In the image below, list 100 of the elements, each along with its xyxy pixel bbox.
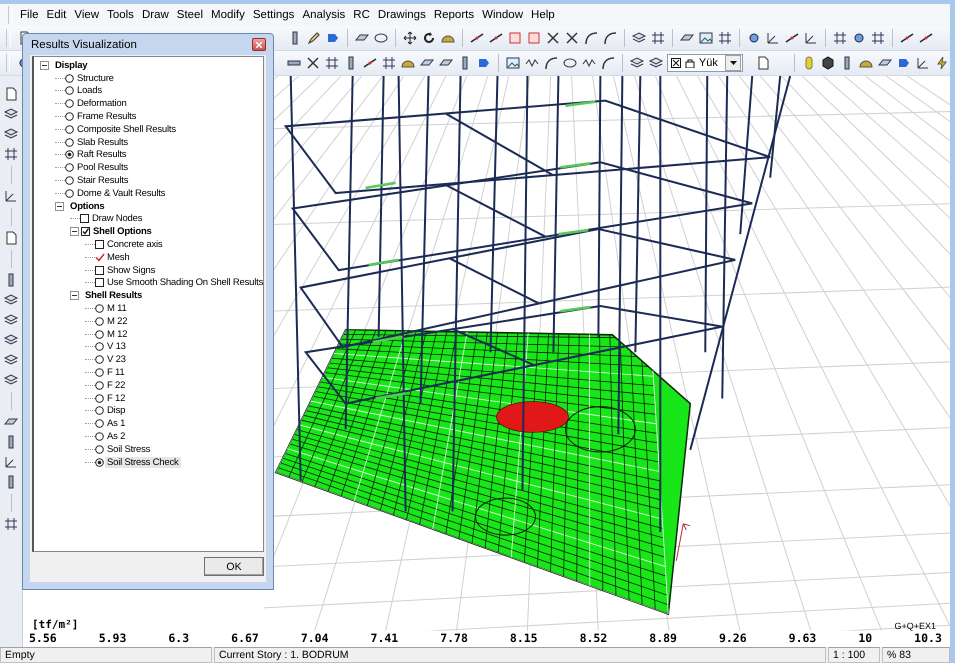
collapse-toggle[interactable] [70,227,79,236]
rotate-icon[interactable] [421,30,437,46]
radio-button[interactable] [95,394,104,403]
tree-item[interactable]: Show Signs [105,264,158,276]
menu-item[interactable]: Drawings [374,9,430,21]
tree-item[interactable]: Disp [105,405,128,416]
arc-icon[interactable] [602,30,618,46]
tree-item[interactable]: Mesh [105,252,132,263]
grid-icon[interactable] [870,30,886,46]
bolt-icon[interactable] [934,55,950,71]
menu-item[interactable]: Edit [42,9,70,21]
radio-button[interactable] [95,330,104,339]
tree-item[interactable]: V 13 [105,341,128,352]
checkbox[interactable] [95,266,104,275]
tree-item[interactable]: V 23 [105,354,128,366]
tree-item[interactable]: F 11 [105,367,127,378]
radio-button[interactable] [65,86,74,96]
tree-item[interactable]: F 12 [105,392,128,404]
tree-item[interactable]: Soil Stress [105,444,152,455]
menu-item[interactable]: Reports [430,9,478,21]
collapse-toggle[interactable] [70,291,79,300]
picture-icon[interactable] [504,55,521,71]
close-button[interactable] [252,38,266,51]
menu-item[interactable]: Analysis [298,9,350,21]
tree-item[interactable]: M 11 [105,303,129,314]
radio-button[interactable] [65,112,74,122]
tree-item[interactable]: As 1 [105,418,128,430]
tree-item[interactable]: Shell Results [83,290,144,302]
check-mark-icon[interactable] [95,252,105,262]
checkbox[interactable] [80,214,89,224]
collapse-toggle[interactable] [55,202,64,211]
arc-icon[interactable] [583,30,599,46]
radio-button[interactable] [95,380,104,390]
tree-item[interactable]: Use Smooth Shading On Shell Results [105,277,266,288]
tree-item[interactable]: Dome & Vault Results [75,188,168,199]
arc-icon[interactable] [542,55,559,71]
checkbox[interactable] [81,227,90,236]
tree-item[interactable]: Draw Nodes [90,213,144,224]
axis-icon[interactable] [765,30,781,46]
radio-button[interactable] [95,406,104,416]
arc-icon[interactable] [600,55,616,71]
radio-button[interactable] [65,124,74,134]
radio-button[interactable] [95,419,104,428]
tree-item[interactable]: Composite Shell Results [75,124,178,135]
picture-icon[interactable] [698,30,714,46]
grid-icon[interactable] [3,516,19,532]
radio-button[interactable] [95,458,104,467]
tree-item[interactable]: F 22 [105,380,128,391]
radio-button[interactable] [65,176,74,186]
radio-button[interactable] [95,304,104,314]
square-icon[interactable] [526,30,542,46]
radio-button[interactable] [65,150,74,160]
tree-item[interactable]: Frame Results [75,111,138,122]
tree-item[interactable]: Display [53,60,90,71]
axis-icon[interactable] [915,55,931,71]
radio-button[interactable] [65,138,74,147]
menu-item[interactable]: Draw [138,9,173,21]
load-dropdown[interactable]: Yük [666,54,743,72]
tree-item[interactable]: Shell Options [91,226,154,238]
tree-item[interactable]: Structure [75,72,116,84]
tree-item[interactable]: As 2 [105,431,128,442]
cross-icon[interactable] [564,30,580,46]
grid-icon[interactable] [650,30,666,46]
ok-button[interactable]: OK [204,557,264,576]
menu-item[interactable]: RC [349,9,374,21]
menu-item[interactable]: Window [478,9,528,21]
tree-item[interactable]: Stair Results [75,175,130,186]
tree-item[interactable]: Concrete axis [105,239,164,250]
checkbox[interactable] [95,240,104,250]
radio-button[interactable] [95,316,104,326]
collapse-toggle[interactable] [40,60,49,70]
checkbox[interactable] [95,278,104,288]
radio-button[interactable] [95,432,104,441]
pencil-icon[interactable] [306,30,322,46]
radio-button[interactable] [95,368,104,378]
axis-icon[interactable] [803,30,819,46]
menu-item[interactable]: View [70,9,104,21]
radio-button[interactable] [65,188,74,198]
radio-button[interactable] [65,99,74,108]
grid-icon[interactable] [717,30,733,46]
menu-item[interactable]: Help [527,9,559,21]
axis-icon[interactable] [3,454,19,470]
radio-button[interactable] [95,342,104,352]
menu-item[interactable]: Tools [103,9,138,21]
radio-button[interactable] [65,163,74,172]
radio-button[interactable] [65,74,74,83]
cross-icon[interactable] [304,55,321,71]
menu-item[interactable]: File [16,9,43,21]
tree-item[interactable]: Loads [75,85,104,96]
tree-item[interactable]: M 12 [105,328,130,340]
tree-item[interactable]: Raft Results [75,149,128,160]
menu-item[interactable]: Modify [207,9,249,21]
grid-icon[interactable] [3,146,19,162]
cross-icon[interactable] [545,30,561,46]
move-icon[interactable] [402,30,418,46]
tree-item[interactable]: Deformation [75,98,129,110]
grid-icon[interactable] [380,55,397,71]
axis-icon[interactable] [3,188,19,204]
tree-item[interactable]: M 22 [105,316,130,327]
radio-button[interactable] [95,444,104,454]
